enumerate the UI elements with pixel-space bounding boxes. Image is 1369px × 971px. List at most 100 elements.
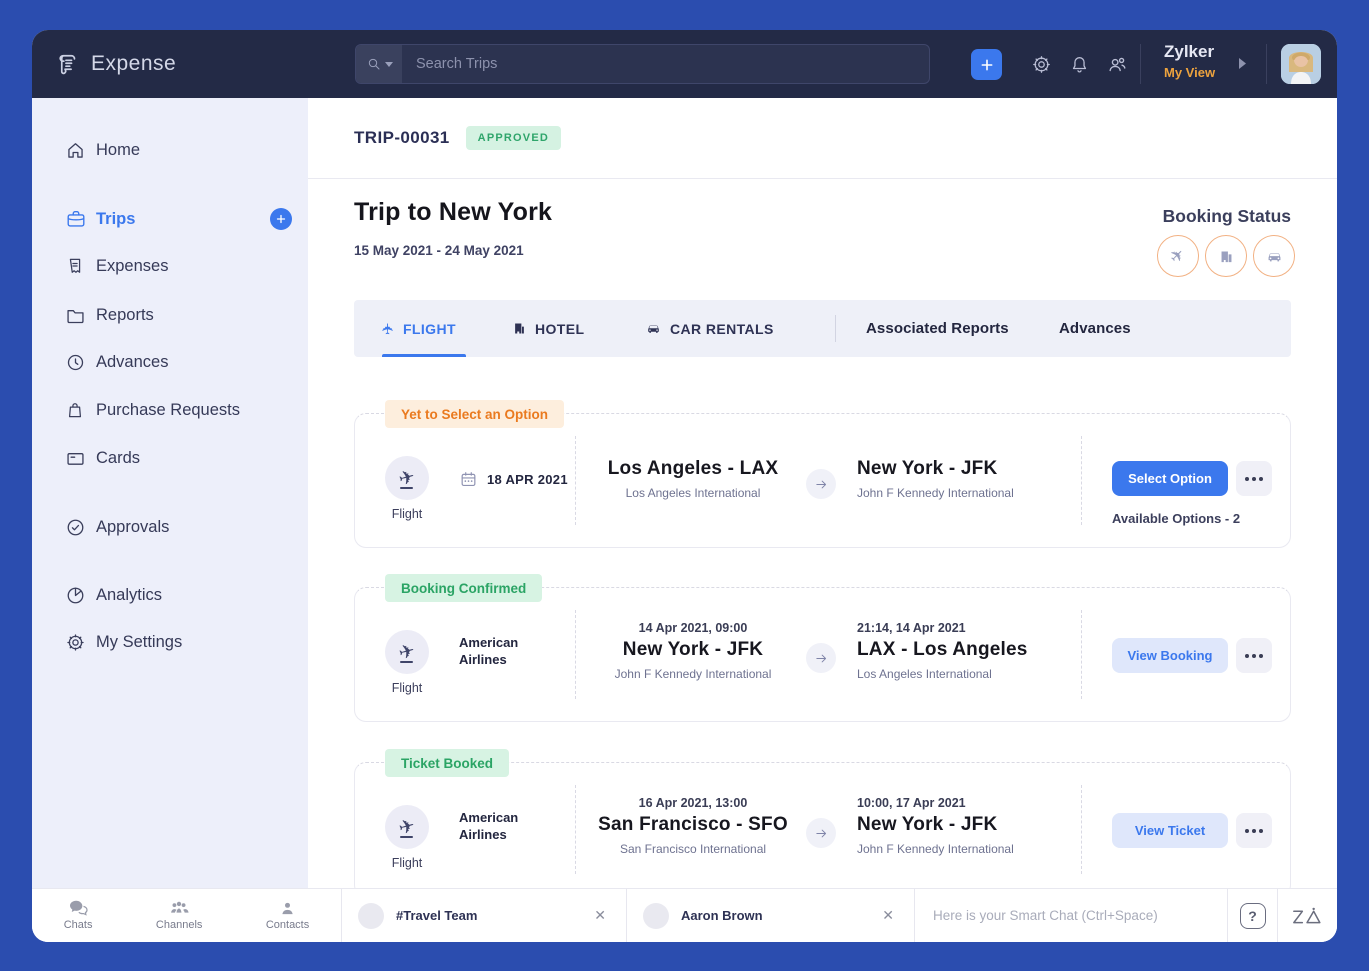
- trip-dates: 15 May 2021 - 24 May 2021: [354, 243, 524, 258]
- sidebar-item-label: Trips: [96, 210, 135, 229]
- card-divider: [1081, 785, 1082, 874]
- pie-chart-icon: [65, 584, 87, 606]
- channels-label: Channels: [156, 919, 202, 931]
- contacts-nav-item[interactable]: Contacts: [266, 900, 309, 931]
- app-name: Expense: [91, 52, 176, 76]
- more-options-button[interactable]: [1236, 638, 1272, 673]
- chat-bubble-icon: [69, 900, 88, 917]
- tab-associated-reports[interactable]: Associated Reports: [866, 300, 1009, 357]
- booking-tabs: ✈ FLIGHT HOTEL CAR RENTALS Associated Re…: [354, 300, 1291, 357]
- from-time: 14 Apr 2021, 09:00: [587, 621, 799, 635]
- takeoff-line: [400, 487, 413, 489]
- tab-car-rentals[interactable]: CAR RENTALS: [645, 300, 774, 357]
- folder-icon: [65, 304, 87, 326]
- tab-advances-label: Advances: [1059, 320, 1131, 337]
- close-icon[interactable]: ✕: [590, 903, 610, 928]
- more-options-button[interactable]: [1236, 461, 1272, 496]
- channels-nav-item[interactable]: Channels: [156, 900, 202, 931]
- zia-logo-icon: [1291, 904, 1325, 928]
- check-circle-icon: [65, 516, 87, 538]
- sidebar-item-approvals[interactable]: Approvals: [32, 503, 308, 551]
- arrow-right-icon: [806, 818, 836, 848]
- trip-title: Trip to New York: [354, 198, 552, 227]
- sidebar-item-my-settings[interactable]: My Settings: [32, 618, 308, 666]
- sidebar-item-label: Advances: [96, 353, 168, 372]
- add-trip-button[interactable]: [270, 208, 292, 230]
- chevron-right-icon: [1238, 58, 1246, 69]
- caret-down-icon: [385, 61, 393, 67]
- app-window: Expense: [32, 30, 1337, 942]
- booking-status-label: Booking Status: [1157, 206, 1295, 227]
- view-booking-button[interactable]: View Booking: [1112, 638, 1228, 673]
- sidebar-item-analytics[interactable]: Analytics: [32, 571, 308, 619]
- tab-flight[interactable]: ✈ FLIGHT: [382, 300, 456, 357]
- quick-add-button[interactable]: [971, 49, 1002, 80]
- help-button[interactable]: ?: [1240, 903, 1266, 929]
- flight-date: 18 APR 2021: [459, 470, 568, 489]
- users-icon[interactable]: [1106, 54, 1127, 75]
- sidebar-item-label: Cards: [96, 449, 140, 468]
- from-city: New York - JFK: [587, 639, 799, 661]
- card-type-label: Flight: [369, 856, 445, 870]
- sidebar-item-label: My Settings: [96, 633, 182, 652]
- flight-card-booked: Ticket Booked ✈ Flight American Airlines…: [354, 762, 1291, 897]
- sidebar-item-home[interactable]: Home: [32, 126, 308, 174]
- from-city: Los Angeles - LAX: [587, 458, 799, 480]
- account-switcher[interactable]: Zylker My View: [1164, 42, 1215, 80]
- card-status-badge: Booking Confirmed: [385, 574, 542, 602]
- calendar-icon: [459, 470, 478, 489]
- to-time: 21:14, 14 Apr 2021: [857, 621, 1092, 635]
- settings-icon[interactable]: [1031, 54, 1052, 75]
- topbar-divider-2: [1266, 44, 1267, 84]
- chat-tab-title: #Travel Team: [396, 908, 590, 923]
- header-divider: [308, 178, 1337, 179]
- from-airport: John F Kennedy International: [587, 667, 799, 681]
- zia-assistant-button[interactable]: [1277, 889, 1337, 942]
- view-ticket-button[interactable]: View Ticket: [1112, 813, 1228, 848]
- select-option-button[interactable]: Select Option: [1112, 461, 1228, 496]
- user-avatar[interactable]: [1281, 44, 1321, 84]
- arrow-right-icon: [806, 643, 836, 673]
- card-type-label: Flight: [369, 681, 445, 695]
- booking-status-flight: ✈: [1157, 235, 1199, 277]
- booking-status-hotel: [1205, 235, 1247, 277]
- sidebar-item-trips[interactable]: Trips: [32, 195, 308, 243]
- flight-takeoff-icon: ✈: [397, 641, 417, 663]
- notifications-bell-icon[interactable]: [1069, 54, 1090, 75]
- sidebar-item-advances[interactable]: Advances: [32, 338, 308, 386]
- card-divider: [1081, 610, 1082, 699]
- tab-advances[interactable]: Advances: [1059, 300, 1131, 357]
- close-icon[interactable]: ✕: [878, 903, 898, 928]
- sidebar-item-label: Approvals: [96, 518, 169, 537]
- shopping-bag-icon: [65, 399, 87, 421]
- help-section: ?: [1227, 889, 1277, 942]
- search-input[interactable]: [402, 45, 929, 83]
- tab-hotel[interactable]: HOTEL: [512, 300, 584, 357]
- search-scope-dropdown[interactable]: [356, 45, 402, 83]
- sidebar: Home Trips Expenses Reports Advances Pur…: [32, 98, 308, 942]
- receipt-logo-icon: [54, 51, 81, 78]
- chat-tab-aaron-brown[interactable]: Aaron Brown ✕: [626, 889, 914, 942]
- to-city: LAX - Los Angeles: [857, 639, 1092, 661]
- sidebar-item-reports[interactable]: Reports: [32, 291, 308, 339]
- more-options-button[interactable]: [1236, 813, 1272, 848]
- smart-chat-input[interactable]: [933, 908, 1209, 923]
- card-divider: [575, 785, 576, 874]
- avatar-image: [1281, 44, 1321, 84]
- from-time: 16 Apr 2021, 13:00: [587, 796, 799, 810]
- user-group-icon: [169, 900, 189, 917]
- sidebar-item-label: Reports: [96, 306, 154, 325]
- chat-tab-title: Aaron Brown: [681, 908, 878, 923]
- chat-tab-travel-team[interactable]: #Travel Team ✕: [341, 889, 626, 942]
- card-status-badge: Yet to Select an Option: [385, 400, 564, 428]
- to-city: New York - JFK: [857, 458, 1092, 480]
- sidebar-item-expenses[interactable]: Expenses: [32, 242, 308, 290]
- clock-icon: [65, 351, 87, 373]
- flight-type-icon-circle: ✈: [385, 456, 429, 500]
- chats-nav-item[interactable]: Chats: [64, 900, 93, 931]
- sidebar-item-purchase-requests[interactable]: Purchase Requests: [32, 386, 308, 434]
- plane-icon: ✈: [1167, 245, 1189, 267]
- sidebar-item-cards[interactable]: Cards: [32, 434, 308, 482]
- flight-type-icon-circle: ✈: [385, 630, 429, 674]
- route-from: 14 Apr 2021, 09:00 New York - JFK John F…: [587, 621, 799, 681]
